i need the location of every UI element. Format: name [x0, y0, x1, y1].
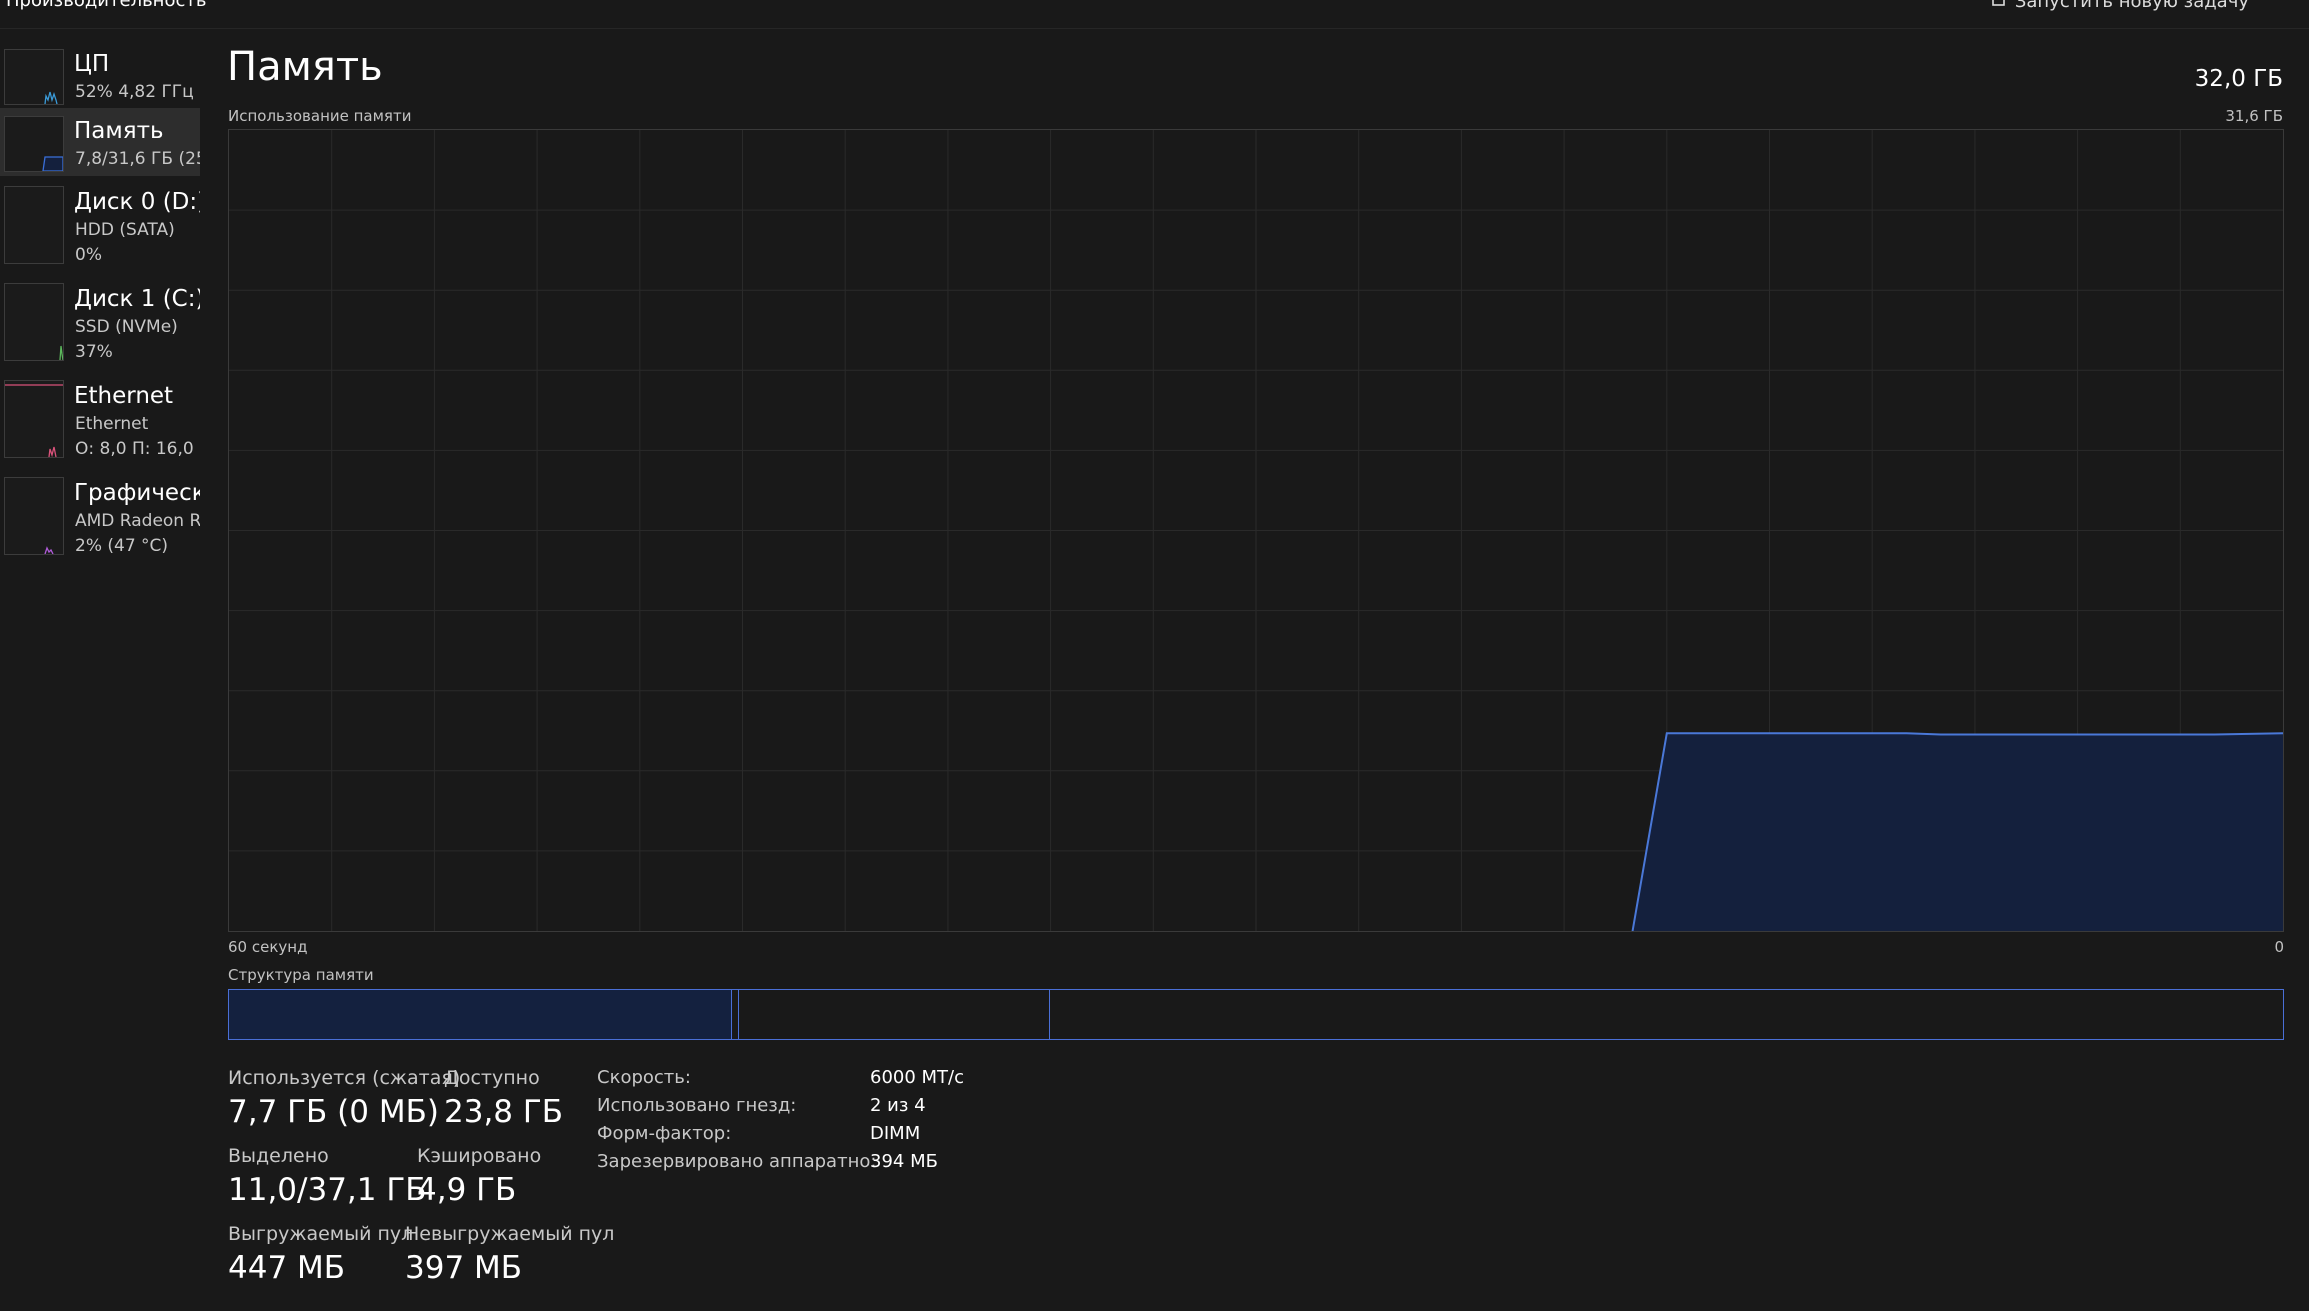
- sidebar-item-detail: Ethernet: [75, 414, 149, 434]
- form-factor-value: DIMM: [870, 1123, 921, 1144]
- memory-usage-chart: [229, 130, 2283, 931]
- memory-structure-label: Структура памяти: [228, 966, 374, 984]
- sidebar-item-usage: 2% (47 °C): [75, 536, 169, 556]
- sidebar-item-usage: 0%: [75, 245, 102, 265]
- paged-pool-label: Выгружаемый пул: [228, 1223, 414, 1245]
- memory-structure-bar: [228, 989, 2284, 1040]
- disk0-thumbnail-graph: [4, 186, 64, 264]
- paged-pool-value: 447 МБ: [228, 1250, 346, 1286]
- in-use-label: Используется (сжатая): [228, 1067, 461, 1089]
- structure-standby-segment: [739, 990, 1050, 1039]
- page-heading: Производительность: [6, 0, 207, 11]
- sidebar-item-memory[interactable]: Память 7,8/31,6 ГБ (25%): [0, 108, 200, 176]
- sidebar-item-detail: 7,8/31,6 ГБ (25%): [75, 149, 200, 169]
- ethernet-thumbnail-graph: [4, 380, 64, 458]
- sidebar-item-title: Диск 1 (C:): [74, 286, 200, 312]
- sidebar-item-usage: О: 8,0 П: 16,0 кбит/с: [75, 439, 200, 459]
- run-new-task-label: Запустить новую задачу: [2014, 0, 2249, 12]
- cached-value: 4,9 ГБ: [417, 1172, 517, 1208]
- page-title: Память: [227, 44, 383, 90]
- sidebar-item-usage: 37%: [75, 342, 113, 362]
- sidebar-item-title: Ethernet: [74, 383, 174, 409]
- new-task-icon: [1991, 0, 2009, 13]
- memory-thumbnail-graph: [4, 116, 64, 172]
- sidebar-item-cpu[interactable]: ЦП 52% 4,82 ГГц: [0, 41, 200, 107]
- sidebar-item-detail: HDD (SATA): [75, 220, 175, 240]
- sidebar-item-title: ЦП: [74, 51, 110, 77]
- memory-usage-graph: [228, 129, 2284, 932]
- structure-modified-segment: [732, 990, 739, 1039]
- speed-key: Скорость:: [597, 1067, 691, 1088]
- disk1-thumbnail-graph: [4, 283, 64, 361]
- committed-value: 11,0/37,1 ГБ: [228, 1172, 427, 1208]
- cpu-thumbnail-graph: [4, 49, 64, 105]
- run-new-task-button[interactable]: Запустить новую задачу: [1991, 0, 2249, 13]
- sidebar-item-disk-0[interactable]: Диск 0 (D:) HDD (SATA) 0%: [0, 179, 200, 271]
- sidebar-item-title: Диск 0 (D:): [74, 189, 200, 215]
- speed-value: 6000 МТ/с: [870, 1067, 965, 1088]
- cached-label: Кэшировано: [417, 1145, 542, 1167]
- sidebar-item-title: Память: [74, 118, 164, 144]
- hardware-reserved-key: Зарезервировано аппаратно:: [597, 1151, 877, 1172]
- sidebar-item-detail: AMD Radeon RX: [75, 511, 200, 531]
- slots-used-value: 2 из 4: [870, 1095, 926, 1116]
- usage-graph-label: Использование памяти: [228, 107, 412, 125]
- memory-usage-area: [1632, 733, 2283, 931]
- sidebar-item-title: Графический процессор 0: [74, 480, 200, 506]
- available-value: 23,8 ГБ: [444, 1094, 564, 1130]
- sidebar-item-detail: SSD (NVMe): [75, 317, 178, 337]
- slots-used-key: Использовано гнезд:: [597, 1095, 797, 1116]
- gpu-thumbnail-graph: [4, 477, 64, 555]
- usage-graph-max: 31,6 ГБ: [2225, 107, 2283, 125]
- total-memory: 32,0 ГБ: [2194, 66, 2283, 92]
- top-bar: Производительность Запустить новую задач…: [0, 0, 2309, 29]
- form-factor-key: Форм-фактор:: [597, 1123, 732, 1144]
- in-use-value: 7,7 ГБ (0 МБ): [228, 1094, 439, 1130]
- sidebar-item-gpu[interactable]: Графический процессор 0 AMD Radeon RX 2%…: [0, 470, 200, 562]
- sidebar-item-ethernet[interactable]: Ethernet Ethernet О: 8,0 П: 16,0 кбит/с: [0, 373, 200, 465]
- hardware-reserved-value: 394 МБ: [870, 1151, 938, 1172]
- committed-label: Выделено: [228, 1145, 329, 1167]
- nonpaged-pool-label: Невыгружаемый пул: [405, 1223, 615, 1245]
- x-axis-right-label: 0: [2274, 938, 2284, 956]
- x-axis-left-label: 60 секунд: [228, 938, 308, 956]
- sidebar-item-disk-1[interactable]: Диск 1 (C:) SSD (NVMe) 37%: [0, 276, 200, 368]
- structure-in-use-segment: [229, 990, 732, 1039]
- available-label: Доступно: [444, 1067, 540, 1089]
- sidebar-item-detail: 52% 4,82 ГГц: [75, 82, 194, 102]
- nonpaged-pool-value: 397 МБ: [405, 1250, 523, 1286]
